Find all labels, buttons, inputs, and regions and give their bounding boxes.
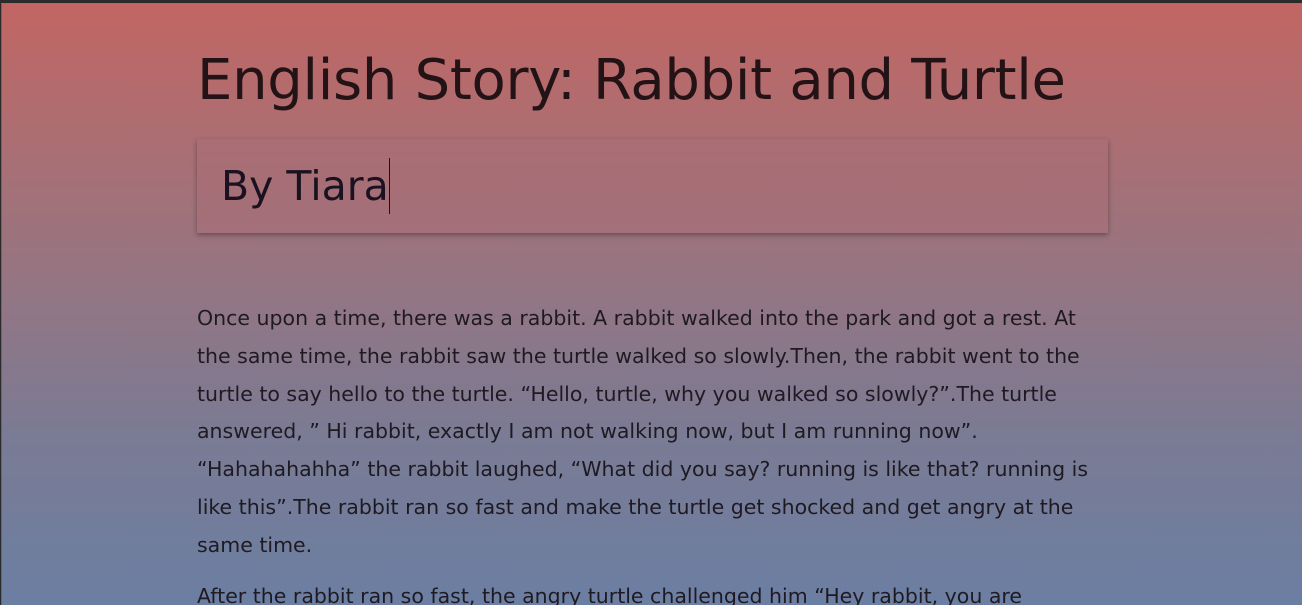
story-body: Once upon a time, there was a rabbit. A …: [197, 300, 1107, 605]
page-background: English Story: Rabbit and Turtle By Tiar…: [1, 3, 1302, 605]
story-paragraph-1: Once upon a time, there was a rabbit. A …: [197, 306, 1089, 557]
text-cursor: [388, 158, 390, 214]
byline-text-wrapper: By Tiara: [221, 158, 390, 214]
page-title: English Story: Rabbit and Turtle: [197, 48, 1066, 113]
story-paragraph-2: After the rabbit ran so fast, the angry …: [197, 583, 1022, 605]
byline-text: By Tiara: [221, 162, 389, 210]
byline-field[interactable]: By Tiara: [197, 139, 1108, 233]
